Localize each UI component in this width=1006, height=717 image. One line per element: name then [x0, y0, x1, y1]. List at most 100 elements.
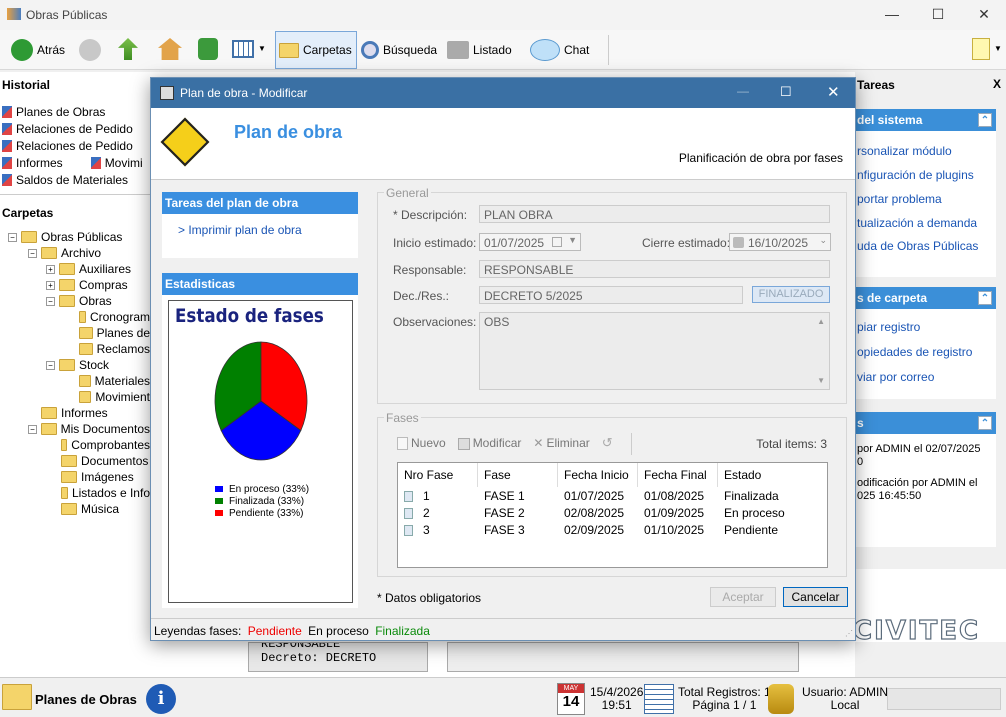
stats-box: Estadisticas Estado de fases En proceso … — [162, 273, 358, 608]
collapse-icon[interactable]: − — [8, 232, 17, 242]
tree-item[interactable]: Música — [8, 501, 150, 517]
task-link[interactable]: opiedades de registro — [855, 340, 996, 365]
tree-item[interactable]: − Obras Públicas — [8, 229, 150, 245]
column-header[interactable]: Fase — [478, 463, 558, 487]
up-folder-icon[interactable] — [118, 38, 138, 60]
dialog-title: Plan de obra - Modificar — [180, 86, 308, 100]
new-phase-button[interactable]: Nuevo — [397, 436, 446, 451]
undo-icon[interactable]: ↺ — [602, 435, 613, 451]
info-icon[interactable]: i — [146, 684, 176, 714]
column-header[interactable]: Fecha Inicio — [558, 463, 638, 487]
tree-item[interactable]: Reclamos — [8, 341, 150, 357]
cancel-button[interactable]: Cancelar — [783, 587, 848, 607]
responsible-field[interactable]: RESPONSABLE — [479, 260, 830, 278]
window-title: Obras Públicas — [26, 8, 108, 22]
collapse-chevron-icon[interactable]: ⌃ — [978, 113, 992, 127]
start-date-field[interactable]: 01/07/2025 ▼ — [479, 233, 581, 251]
decree-field[interactable]: DECRETO 5/2025 — [479, 286, 743, 304]
list-button[interactable]: Listado — [444, 31, 515, 69]
collapse-chevron-icon[interactable]: ⌃ — [978, 291, 992, 305]
tree-item[interactable]: Materiales — [8, 373, 150, 389]
scroll-down-icon[interactable]: ▼ — [817, 376, 825, 385]
info-header[interactable]: s ⌃ — [855, 412, 996, 434]
history-item[interactable]: Planes de Obras — [2, 103, 150, 120]
accept-button[interactable]: Aceptar — [710, 587, 776, 607]
table-row[interactable]: 1 FASE 1 01/07/2025 01/08/2025 Finalizada — [398, 487, 827, 504]
view-grid-icon[interactable] — [232, 40, 254, 58]
dialog-maximize-icon[interactable]: ☐ — [780, 84, 792, 100]
task-link[interactable]: viar por correo — [855, 365, 996, 390]
table-row[interactable]: 3 FASE 3 02/09/2025 01/10/2025 Pendiente — [398, 521, 827, 538]
tree-item[interactable]: Cronogram — [8, 309, 150, 325]
task-link[interactable]: rsonalizar módulo — [855, 139, 996, 163]
stats-title: Estadisticas — [162, 273, 358, 295]
resize-grip-icon[interactable]: ⋰ — [845, 629, 853, 638]
system-tasks-header[interactable]: del sistema ⌃ — [855, 109, 996, 131]
tree-item[interactable]: Informes — [8, 405, 150, 421]
folder-tasks-header[interactable]: s de carpeta ⌃ — [855, 287, 996, 309]
new-dropdown-icon[interactable]: ▼ — [994, 44, 1002, 53]
checkbox-icon[interactable] — [733, 237, 744, 248]
delete-phase-button[interactable]: ✕ Eliminar — [533, 436, 589, 450]
scroll-up-icon[interactable]: ▲ — [817, 317, 825, 326]
tree-item[interactable]: Movimient — [8, 389, 150, 405]
tree-item-label: Stock — [79, 358, 110, 372]
folder-icon — [41, 247, 57, 259]
task-link[interactable]: piar registro — [855, 315, 996, 340]
calendar-icon[interactable] — [552, 237, 562, 247]
column-header[interactable]: Fecha Final — [638, 463, 718, 487]
tree-item[interactable]: − Mis Documentos — [8, 421, 150, 437]
table-row[interactable]: 2 FASE 2 02/08/2025 01/09/2025 En proceso — [398, 504, 827, 521]
home-icon[interactable] — [158, 38, 182, 60]
task-link[interactable]: tualización a demanda — [855, 211, 996, 235]
collapse-icon[interactable]: − — [28, 248, 37, 258]
tree-item[interactable]: Imágenes — [8, 469, 150, 485]
close-icon[interactable]: ✕ — [974, 6, 994, 24]
dialog-close-icon[interactable]: ✕ — [827, 83, 840, 101]
history-item[interactable]: Relaciones de Pedido — [2, 137, 150, 154]
history-item[interactable]: Relaciones de Pedido — [2, 120, 150, 137]
observations-field[interactable]: OBS ▲ ▼ — [479, 312, 830, 390]
table-cell: 2 — [398, 506, 478, 520]
tree-item[interactable]: Planes de — [8, 325, 150, 341]
column-header[interactable]: Estado — [718, 463, 818, 487]
tree-item[interactable]: + Auxiliares — [8, 261, 150, 277]
tree-item[interactable]: Comprobantes — [8, 437, 150, 453]
maximize-icon[interactable]: ☐ — [928, 6, 948, 24]
folders-button[interactable]: Carpetas — [275, 31, 357, 69]
expand-icon[interactable]: + — [46, 280, 55, 290]
collapse-icon[interactable]: − — [46, 360, 55, 370]
print-plan-link[interactable]: > Imprimir plan de obra — [162, 214, 358, 237]
chevron-down-icon[interactable]: ⌄ — [819, 235, 827, 246]
tree-item[interactable]: Listados e Info — [8, 485, 150, 501]
collapse-icon[interactable]: − — [28, 424, 37, 434]
task-link[interactable]: uda de Obras Públicas — [855, 235, 996, 257]
dialog-subheading: Planificación de obra por fases — [678, 151, 843, 165]
expand-icon[interactable]: + — [46, 264, 55, 274]
back-button[interactable]: Atrás — [8, 31, 68, 69]
view-dropdown-icon[interactable]: ▼ — [258, 44, 266, 53]
task-link[interactable]: nfiguración de plugins — [855, 163, 996, 187]
history-item[interactable]: Informes Movimi — [2, 154, 150, 171]
history-item[interactable]: Saldos de Materiales — [2, 171, 150, 188]
tree-item[interactable]: Documentos — [8, 453, 150, 469]
tree-item[interactable]: − Archivo — [8, 245, 150, 261]
new-note-icon[interactable] — [972, 38, 990, 60]
description-field[interactable]: PLAN OBRA — [479, 205, 830, 223]
chevron-down-icon[interactable]: ▼ — [568, 235, 577, 245]
collapse-chevron-icon[interactable]: ⌃ — [978, 416, 992, 430]
forward-arrow-icon[interactable] — [79, 39, 101, 61]
search-button[interactable]: Búsqueda — [358, 31, 440, 69]
task-link[interactable]: portar problema — [855, 187, 996, 211]
collapse-icon[interactable]: − — [46, 296, 55, 306]
tasks-close-icon[interactable]: X — [993, 77, 1001, 91]
minimize-icon[interactable]: — — [882, 6, 902, 24]
tree-item[interactable]: − Obras — [8, 293, 150, 309]
chat-button[interactable]: Chat — [527, 31, 592, 69]
refresh-icon[interactable] — [198, 38, 218, 60]
edit-phase-button[interactable]: Modificar — [457, 436, 521, 450]
tree-item[interactable]: + Compras — [8, 277, 150, 293]
tree-item[interactable]: − Stock — [8, 357, 150, 373]
column-header[interactable]: Nro Fase — [398, 463, 478, 487]
end-date-field[interactable]: 16/10/2025 ⌄ — [729, 233, 831, 251]
